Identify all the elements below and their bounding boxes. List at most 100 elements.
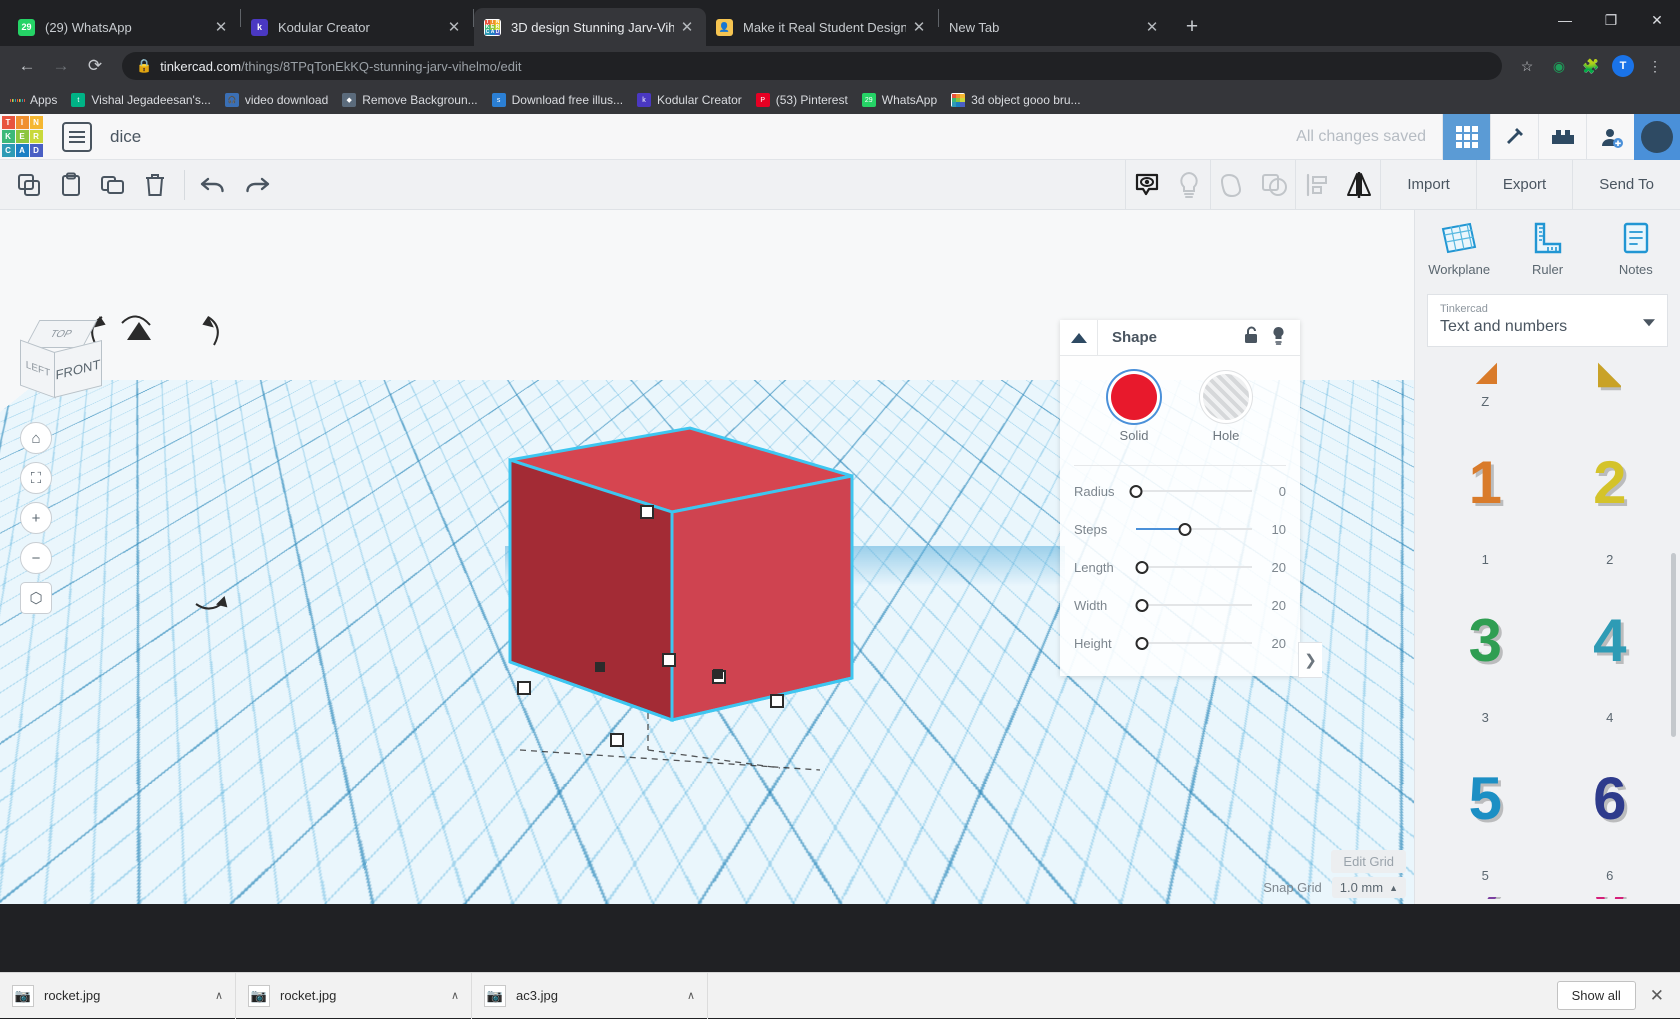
tab-close-button[interactable]: ✕ [910,18,928,36]
download-item-1[interactable]: 📷 rocket.jpg ∧ [236,973,472,1019]
notes-tool[interactable]: Notes [1592,210,1680,288]
steps-slider[interactable] [1136,521,1252,537]
browser-tab-3[interactable]: 👤 Make it Real Student Design Cha ✕ [706,8,938,46]
shape-item-partial[interactable]: ◣ [1550,359,1671,419]
workplane-tool[interactable]: Workplane [1415,210,1503,288]
shape-item-7[interactable]: 7 [1425,897,1546,899]
browser-tab-0[interactable]: 29 (29) WhatsApp ✕ [8,8,240,46]
shape-item-z[interactable]: ◢ Z [1425,359,1546,419]
unlock-icon[interactable] [1244,326,1259,349]
solid-mode-option[interactable]: Solid [1111,374,1157,443]
paste-button[interactable] [50,164,92,206]
slider-knob[interactable] [1135,637,1148,650]
browser-tab-2-active[interactable]: TIN KER CAD 3D design Stunning Jarv-Vihe… [474,8,706,46]
address-bar[interactable]: 🔒 tinkercad.com/things/8TPqTonEkKQ-stunn… [122,52,1502,80]
view-cube[interactable]: TOP LEFT FRONT [16,320,108,412]
person-add-button[interactable] [1586,114,1634,160]
bookmark-remove-background[interactable]: ◆ Remove Backgroun... [342,93,477,107]
slider-knob[interactable] [1135,561,1148,574]
property-value[interactable]: 20 [1252,560,1286,575]
zoom-in-button[interactable]: + [20,502,52,534]
light-button[interactable] [1168,164,1210,206]
note-button[interactable] [1126,164,1168,206]
ortho-view-button[interactable]: ⬡ [20,582,52,614]
shape-item-4[interactable]: 4 4 [1550,581,1671,735]
browser-tab-4[interactable]: New Tab ✕ [939,8,1171,46]
group-button[interactable] [1211,164,1253,206]
home-view-button[interactable]: ⌂ [20,422,52,454]
solid-color-swatch[interactable] [1111,374,1157,420]
download-item-0[interactable]: 📷 rocket.jpg ∧ [0,973,236,1019]
height-slider[interactable] [1136,635,1252,651]
tab-close-button[interactable]: ✕ [445,18,463,36]
slider-knob[interactable] [1130,485,1143,498]
bookmark-vishal[interactable]: t Vishal Jegadeesan's... [71,93,210,107]
property-value[interactable]: 0 [1252,484,1286,499]
length-slider[interactable] [1136,559,1252,575]
slider-knob[interactable] [1178,523,1191,536]
lightbulb-icon[interactable] [1271,326,1286,350]
shape-item-8[interactable]: 8 [1550,897,1671,899]
shape-item-2[interactable]: 2 2 [1550,423,1671,577]
user-avatar[interactable] [1634,114,1680,160]
import-button[interactable]: Import [1380,160,1476,210]
mirror-button[interactable] [1338,164,1380,206]
bookmark-pinterest[interactable]: P (53) Pinterest [756,93,848,107]
zoom-out-button[interactable]: − [20,542,52,574]
snap-grid-select[interactable]: 1.0 mm ▲ [1332,877,1406,898]
profile-icon[interactable]: T [1610,53,1636,79]
extensions-puzzle-icon[interactable]: 🧩 [1578,53,1604,79]
copy-button[interactable] [8,164,50,206]
delete-button[interactable] [134,164,176,206]
menu-dots-icon[interactable]: ⋮ [1642,53,1668,79]
window-minimize-button[interactable]: — [1542,0,1588,40]
fit-view-button[interactable]: ⛶ [20,462,52,494]
scrollbar-thumb[interactable] [1671,553,1676,737]
window-close-button[interactable]: ✕ [1634,0,1680,40]
radius-slider[interactable] [1136,483,1252,499]
chevron-up-icon[interactable]: ∧ [451,989,459,1002]
reload-icon[interactable]: ⟳ [80,51,110,81]
shape-item-3[interactable]: 3 3 [1425,581,1546,735]
undo-button[interactable] [193,164,235,206]
bookmark-download-illustrations[interactable]: s Download free illus... [492,93,623,107]
chevron-up-icon[interactable] [1060,320,1098,356]
chevron-up-icon[interactable]: ∧ [215,989,223,1002]
shape-library-select[interactable]: Tinkercad Text and numbers [1427,294,1668,347]
download-item-2[interactable]: 📷 ac3.jpg ∧ [472,973,708,1019]
edit-grid-button[interactable]: Edit Grid [1331,850,1406,873]
design-title[interactable]: dice [110,127,141,147]
property-value[interactable]: 20 [1252,636,1286,651]
star-icon[interactable]: ☆ [1514,53,1540,79]
viewcube-front-face[interactable]: FRONT [54,340,102,398]
forward-icon[interactable]: → [46,51,76,81]
close-downloads-bar-button[interactable]: ✕ [1650,986,1664,1006]
hole-swatch[interactable] [1203,374,1249,420]
window-maximize-button[interactable]: ❐ [1588,0,1634,40]
list-menu-icon[interactable] [62,122,92,152]
shape-library-grid[interactable]: ◢ Z ◣ 1 1 2 2 3 3 4 4 [1415,359,1680,899]
tab-close-button[interactable]: ✕ [678,18,696,36]
chevron-right-icon[interactable]: ❯ [1298,642,1322,678]
slider-knob[interactable] [1135,599,1148,612]
codeblocks-button[interactable] [1490,114,1538,160]
width-slider[interactable] [1136,597,1252,613]
bookmark-video-download[interactable]: 🎧 video download [225,93,328,107]
tab-close-button[interactable]: ✕ [212,18,230,36]
redo-button[interactable] [235,164,277,206]
viewcube-left-face[interactable]: LEFT [20,339,56,398]
sidebar-scrollbar[interactable] [1673,359,1678,899]
bookmark-3d-object[interactable]: 3d object gooo bru... [951,93,1080,107]
export-button[interactable]: Export [1476,160,1572,210]
blocks-button[interactable] [1538,114,1586,160]
shape-item-6[interactable]: 6 6 [1550,739,1671,893]
new-tab-button[interactable]: + [1177,12,1207,42]
extension-green-icon[interactable]: ◉ [1546,53,1572,79]
property-value[interactable]: 20 [1252,598,1286,613]
tab-close-button[interactable]: ✕ [1143,18,1161,36]
shape-item-1[interactable]: 1 1 [1425,423,1546,577]
back-icon[interactable]: ← [12,51,42,81]
chevron-up-icon[interactable]: ∧ [687,989,695,1002]
bookmark-whatsapp[interactable]: 29 WhatsApp [862,93,937,107]
tinkercad-logo[interactable]: T I N K E R C A D [0,114,44,160]
